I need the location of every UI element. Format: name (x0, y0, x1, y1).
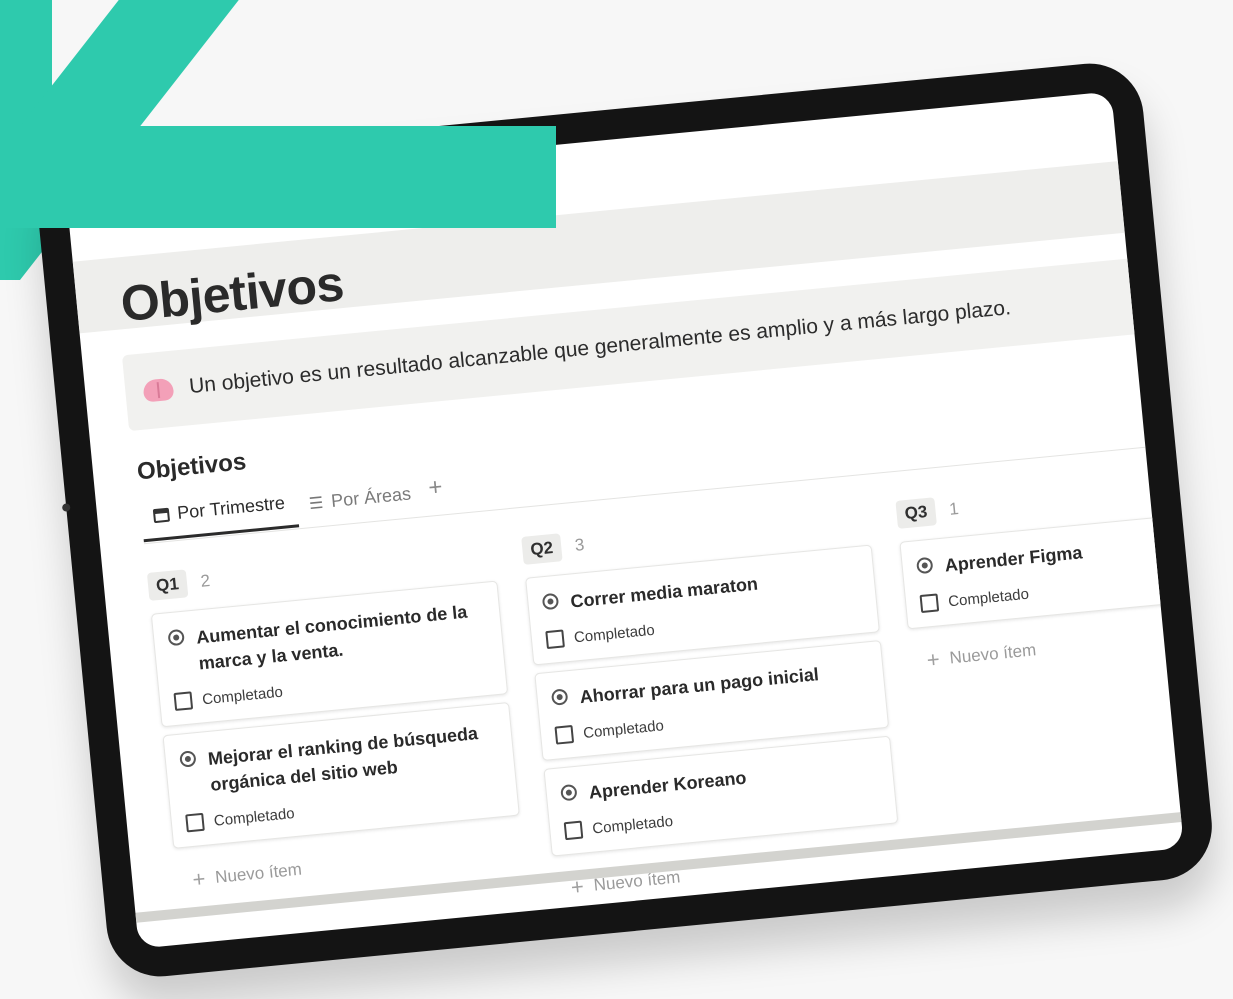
checkbox-label: Completado (201, 683, 284, 708)
database-title: Objetivos (135, 448, 248, 486)
completado-checkbox[interactable] (173, 691, 194, 711)
card-title: Aprender Figma (943, 542, 1084, 576)
checkbox-label: Completado (947, 585, 1030, 610)
card-title: Ahorrar para un pago inicial (578, 664, 820, 708)
column-label: Q1 (146, 569, 189, 601)
target-icon (550, 688, 569, 706)
completado-checkbox[interactable] (554, 724, 575, 745)
column-label: Q2 (521, 533, 563, 565)
add-view-button[interactable]: + (421, 473, 453, 516)
new-item-label: Nuevo ítem (948, 640, 1038, 668)
checkbox-label: Completado (213, 804, 296, 830)
teal-decoration-bar (0, 126, 556, 228)
completado-checkbox[interactable] (919, 593, 940, 614)
tab-por-areas[interactable]: ☰ Por Áreas (296, 482, 425, 527)
tab-por-trimestre[interactable]: Por Trimestre (140, 491, 300, 543)
completado-checkbox[interactable] (185, 812, 205, 833)
plus-icon: + (925, 646, 941, 673)
view-tabs: Por Trimestre ☰ Por Áreas + (140, 473, 453, 543)
plus-icon: + (191, 865, 207, 893)
board-card[interactable]: Aumentar el conocimiento de la marca y l… (150, 580, 509, 728)
card-title: Mejorar el ranking de búsqueda orgánica … (207, 723, 479, 795)
completado-checkbox[interactable] (545, 629, 565, 650)
target-icon (179, 750, 197, 768)
completado-checkbox[interactable] (563, 820, 584, 841)
board-card[interactable]: Aprender Figma Completado (899, 508, 1185, 630)
column-label: Q3 (895, 497, 937, 529)
target-icon (541, 592, 560, 611)
column-count: 3 (573, 535, 586, 555)
checkbox-label: Completado (591, 812, 674, 838)
tablet-camera (61, 503, 71, 512)
new-item-label: Nuevo ítem (214, 859, 303, 887)
checkbox-label: Completado (573, 621, 656, 646)
checkbox-label: Completado (582, 716, 665, 742)
tab-label: Por Trimestre (176, 492, 286, 523)
target-icon (167, 628, 185, 647)
card-title: Aumentar el conocimiento de la marca y l… (195, 601, 469, 674)
target-icon (560, 783, 578, 802)
calendar-icon (152, 507, 171, 523)
board-card[interactable]: Mejorar el ranking de búsqueda orgánica … (162, 701, 520, 849)
tab-label: Por Áreas (330, 483, 412, 512)
card-title: Aprender Koreano (588, 767, 748, 803)
layers-icon: ☰ (308, 494, 325, 513)
target-icon (916, 556, 934, 575)
column-count: 1 (948, 499, 960, 519)
brain-icon (142, 377, 175, 403)
board: Q1 2 Aumentar el conocimiento de la marc… (146, 467, 1185, 949)
column-count: 2 (199, 571, 211, 591)
card-title: Correr media maraton (569, 573, 759, 612)
